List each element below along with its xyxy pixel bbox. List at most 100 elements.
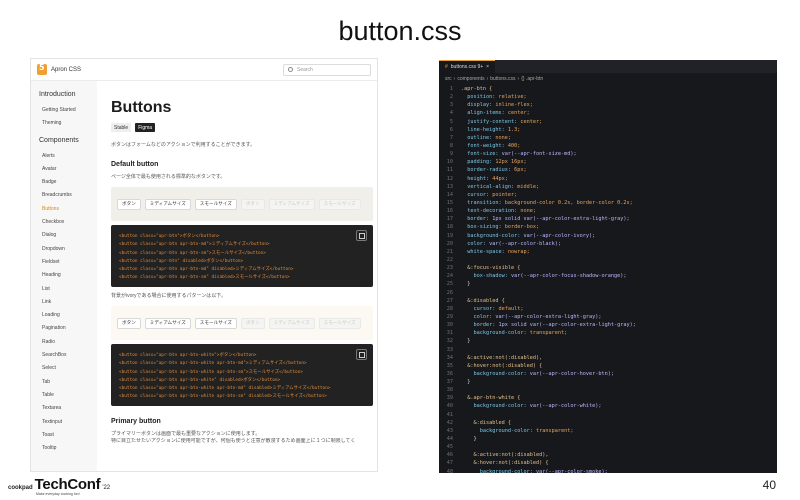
code-text: &:active:not(:disabled), [461, 452, 549, 459]
docs-sidebar: Introduction Getting Started Theming Com… [31, 81, 97, 471]
breadcrumb: src › components › buttons.css › {} .apr… [439, 73, 777, 85]
intro-text: ボタンはフォームなどのアクションで利用することができます。 [111, 142, 256, 148]
figma-badge[interactable]: Figma [135, 123, 156, 132]
code-line: 1 .apr-btn { [439, 85, 777, 93]
sidebar-item-loading[interactable]: Loading [39, 309, 97, 322]
tab-buttons-css[interactable]: # buttons.css 9+ × [439, 60, 496, 73]
breadcrumb-symbol[interactable]: {} .apr-btn [521, 76, 543, 82]
line-number: 40 [446, 403, 453, 410]
code-line: 15 transition: background-color 0.2s, bo… [439, 199, 777, 207]
line-number: 39 [446, 395, 453, 402]
demo-button[interactable]: ボタン [117, 198, 141, 210]
sidebar-item-table[interactable]: Table [39, 389, 97, 402]
line-number: 17 [446, 216, 453, 223]
sidebar-item-radio[interactable]: Radio [39, 336, 97, 349]
sidebar-item-link[interactable]: Link [39, 296, 97, 309]
line-number: 21 [446, 248, 453, 255]
demo-button-md[interactable]: ミディアムサイズ [144, 317, 191, 329]
code-text: &:focus-visible { [461, 265, 521, 272]
sidebar-item-dropdown[interactable]: Dropdown [39, 243, 97, 256]
code-text: transition: background-color 0.2s, borde… [461, 199, 633, 206]
sidebar-item-badge[interactable]: Badge [39, 176, 97, 189]
sidebar-item-dialog[interactable]: Dialog [39, 229, 97, 242]
demo-button[interactable]: ボタン [117, 317, 141, 329]
code-text: &:hover:not(:disabled) { [461, 362, 543, 369]
code-line: 31 background-color: transparent; [439, 329, 777, 337]
close-icon[interactable]: × [486, 64, 489, 70]
sidebar-item-breadcrumbs[interactable]: Breadcrumbs [39, 189, 97, 202]
demo-button-sm[interactable]: スモールサイズ [194, 317, 237, 329]
sidebar-item-select[interactable]: Select [39, 362, 97, 375]
breadcrumb-components[interactable]: components [457, 76, 484, 82]
sidebar-item-list[interactable]: List [39, 283, 97, 296]
sidebar-item-alerts[interactable]: Alerts [39, 150, 97, 163]
code-line: 46 &:active:not(:disabled), [439, 451, 777, 459]
code-text: justify-content: center; [461, 118, 543, 125]
sidebar-item-theming[interactable]: Theming [39, 117, 97, 130]
sidebar-item-heading[interactable]: Heading [39, 269, 97, 282]
code-line: 32 } [439, 337, 777, 345]
code-area[interactable]: 1 .apr-btn {2 position: relative; 3 displa… [439, 85, 777, 473]
techconf-wordmark: TechConf [34, 476, 101, 493]
line-number: 44 [446, 436, 453, 443]
code-text: } [461, 281, 471, 288]
sidebar-item-pagination[interactable]: Pagination [39, 322, 97, 335]
sidebar-item-avatar[interactable]: Avatar [39, 163, 97, 176]
line-number: 33 [446, 346, 453, 353]
docs-screenshot: Apron CSS Search Introduction Getting St… [30, 58, 378, 472]
breadcrumb-file[interactable]: buttons.css [490, 76, 515, 82]
line-number: 35 [446, 362, 453, 369]
sidebar-item-buttons[interactable]: Buttons [39, 203, 97, 216]
sidebar-item-textarea[interactable]: Textarea [39, 402, 97, 415]
sidebar-item-searchbox[interactable]: SearchBox [39, 349, 97, 362]
line-number: 6 [449, 126, 453, 133]
line-number: 26 [446, 289, 453, 296]
sidebar-item-tab[interactable]: Tab [39, 376, 97, 389]
slide-title: button.css [338, 16, 462, 46]
sidebar-item-fieldset[interactable]: Fieldset [39, 256, 97, 269]
code-text: display: inline-flex; [461, 102, 533, 109]
code-line: 6 line-height: 1.3; [439, 126, 777, 134]
line-number: 10 [446, 159, 453, 166]
code-line: 44 } [439, 435, 777, 443]
copy-code-icon[interactable] [356, 349, 367, 360]
demo-button-md[interactable]: ミディアムサイズ [144, 198, 191, 210]
code-text: &:disabled { [461, 297, 505, 304]
code-line: 4 align-items: center; [439, 109, 777, 117]
code-text: outline: none; [461, 134, 511, 141]
code-text: line-height: 1.3; [461, 126, 521, 133]
code-sample-default: <button class="apr-btn">ボタン</button> <bu… [111, 225, 373, 287]
sidebar-item-checkbox[interactable]: Checkbox [39, 216, 97, 229]
code-line: <button class="apr-btn apr-btn-white apr… [119, 361, 307, 367]
ivory-text: 背景がivoryである場合に使用するパターンは以下。 [111, 293, 227, 299]
line-number: 22 [446, 256, 453, 263]
code-line: <button class="apr-btn" disabled>ボタン</bu… [119, 258, 244, 264]
demo-button-sm[interactable]: スモールサイズ [194, 198, 237, 210]
code-text: background-color: transparent; [461, 330, 568, 337]
code-line: 24 box-shadow: var(--apr-color-focus-sha… [439, 272, 777, 280]
sidebar-item-toast[interactable]: Toast [39, 429, 97, 442]
search-placeholder: Search [297, 66, 313, 73]
line-number: 34 [446, 354, 453, 361]
sidebar-components-list: Alerts Avatar Badge Breadcrumbs Buttons Check… [39, 150, 97, 456]
sidebar-item-getting-started[interactable]: Getting Started [39, 104, 97, 117]
sidebar-item-textinput[interactable]: Textinput [39, 416, 97, 429]
code-line: 11 border-radius: 6px; [439, 166, 777, 174]
code-text: box-sizing: border-box; [461, 224, 540, 231]
line-number: 43 [446, 427, 453, 434]
code-line: 12 height: 44px; [439, 175, 777, 183]
code-line: <button class="apr-btn apr-btn-sm">スモールサ… [119, 250, 266, 256]
code-line: 38 [439, 386, 777, 394]
sidebar-item-tooltip[interactable]: Tooltip [39, 442, 97, 455]
code-line: 5 justify-content: center; [439, 118, 777, 126]
search-box[interactable]: Search [283, 63, 371, 76]
techconf-logo: cookpad TechConf '22 [8, 476, 110, 493]
code-text: cursor: default; [461, 305, 524, 312]
stable-badge[interactable]: Stable [111, 123, 132, 132]
code-line: 29 color: var(--apr-color-extra-light-gr… [439, 313, 777, 321]
docs-brand[interactable]: Apron CSS [51, 67, 81, 73]
line-number: 28 [446, 305, 453, 312]
copy-code-icon[interactable] [356, 230, 367, 241]
line-number: 41 [446, 411, 453, 418]
breadcrumb-src[interactable]: src [445, 76, 452, 82]
